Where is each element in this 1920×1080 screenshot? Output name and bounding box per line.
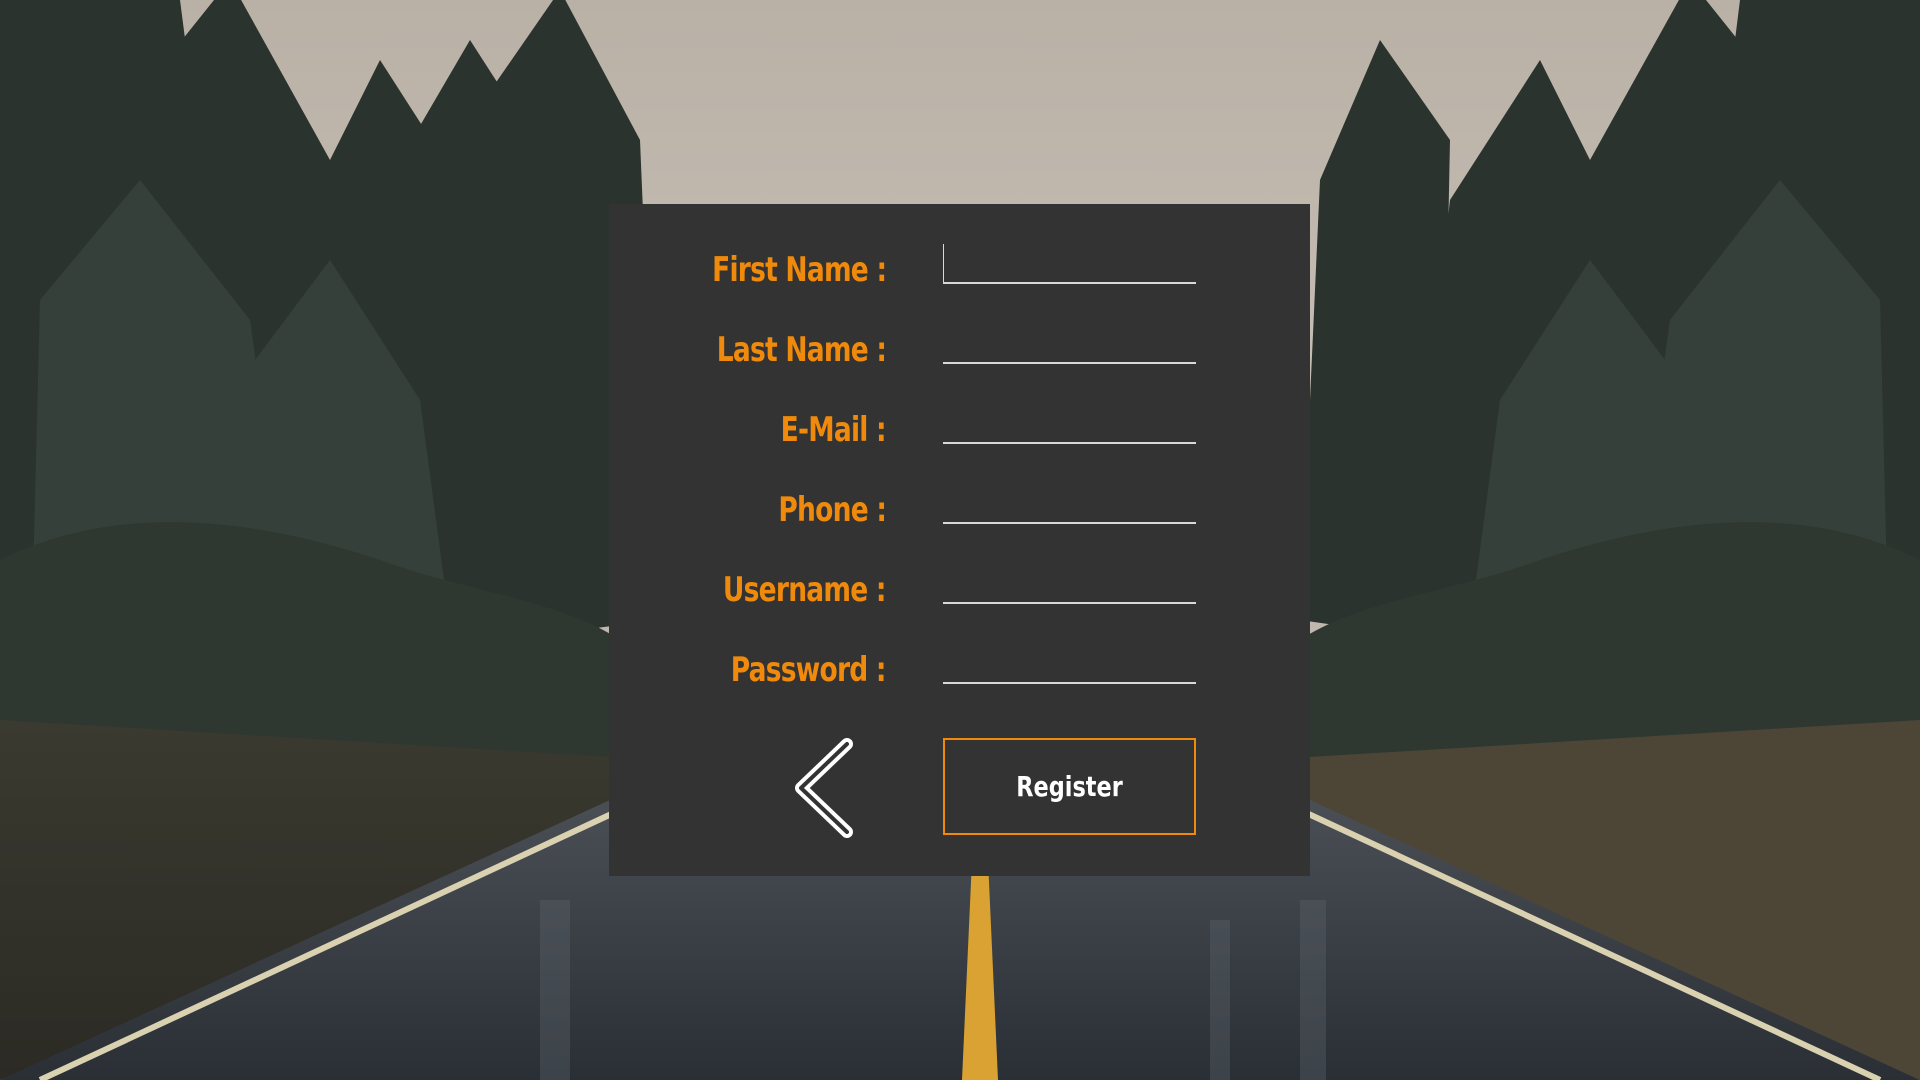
phone-row: Phone : — [609, 480, 1310, 540]
chevron-left-icon — [795, 738, 853, 838]
last-name-input[interactable] — [943, 324, 1196, 364]
last-name-label: Last Name : — [716, 330, 887, 370]
email-label: E-Mail : — [780, 410, 887, 450]
back-button[interactable] — [789, 738, 873, 838]
username-input[interactable] — [943, 564, 1196, 604]
username-row: Username : — [609, 560, 1310, 620]
first-name-row: First Name : — [609, 240, 1310, 300]
register-button-label: Register — [1016, 770, 1123, 803]
username-label: Username : — [723, 570, 887, 610]
register-button[interactable]: Register — [943, 738, 1196, 835]
phone-label: Phone : — [778, 490, 887, 530]
first-name-label: First Name : — [711, 250, 887, 290]
password-input[interactable] — [943, 644, 1196, 684]
password-label: Password : — [730, 650, 887, 690]
email-row: E-Mail : — [609, 400, 1310, 460]
phone-input[interactable] — [943, 484, 1196, 524]
first-name-input[interactable] — [943, 244, 1196, 284]
password-row: Password : — [609, 640, 1310, 700]
email-input[interactable] — [943, 404, 1196, 444]
last-name-row: Last Name : — [609, 320, 1310, 380]
